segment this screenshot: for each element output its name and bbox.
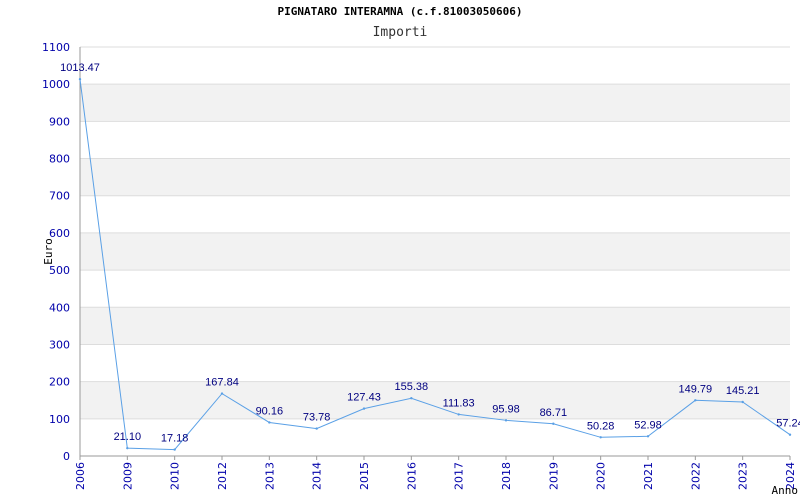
x-tick-label: 2022: [689, 462, 702, 490]
data-label: 73.78: [303, 412, 331, 424]
data-label: 50.28: [587, 420, 615, 432]
y-tick-label: 1100: [42, 41, 70, 54]
x-tick-label: 2006: [74, 462, 87, 490]
data-point: [599, 436, 602, 439]
data-label: 167.84: [205, 377, 239, 389]
x-tick-label: 2020: [595, 462, 608, 490]
y-tick-label: 300: [49, 338, 70, 351]
x-tick-labels: 2006 2009 2010 2012 2013 2014 2015 2016 2017 2018…: [74, 462, 797, 490]
x-tick-label: 2018: [500, 462, 513, 490]
y-tick-label: 800: [49, 153, 70, 166]
x-tick-label: 2017: [453, 462, 466, 490]
x-tick-label: 2012: [216, 462, 229, 490]
x-tick-label: 2015: [358, 462, 371, 490]
data-point: [268, 421, 271, 424]
data-point: [694, 399, 697, 402]
data-point: [788, 433, 792, 436]
data-point: [173, 448, 176, 451]
data-point: [646, 435, 650, 438]
data-label: 52.98: [634, 419, 662, 431]
data-label: 90.16: [256, 405, 284, 417]
y-tick-label: 400: [49, 301, 70, 314]
x-tick-label: 2019: [547, 462, 560, 490]
data-label: 1013.47: [60, 62, 100, 74]
data-label: 17.18: [161, 433, 189, 445]
data-label: 145.21: [726, 385, 760, 397]
data-point: [78, 77, 82, 81]
data-point: [362, 407, 366, 410]
y-tick-label: 600: [49, 227, 70, 240]
x-tick-label: 2009: [121, 462, 134, 490]
x-tick-label: 2016: [405, 462, 418, 490]
y-tick-label: 900: [49, 115, 70, 128]
grid-band: [80, 84, 790, 122]
data-point: [410, 397, 413, 400]
data-label: 21.10: [114, 431, 142, 443]
x-tick-label: 2010: [169, 462, 182, 490]
data-point: [741, 400, 744, 404]
data-label: 127.43: [347, 392, 381, 404]
data-point: [504, 419, 508, 422]
data-point: [457, 413, 460, 416]
x-tick-label: 2014: [311, 462, 324, 490]
y-tick-label: 100: [49, 413, 70, 426]
x-tick-label: 2013: [263, 462, 276, 490]
x-axis-label: Anno: [772, 484, 799, 497]
grid-bands: [80, 84, 790, 419]
data-label: 155.38: [395, 381, 429, 393]
y-axis-label: Euro: [42, 238, 55, 265]
data-point: [220, 392, 224, 395]
line-chart: 0 100 200 300 400 500 600 700 800 900 1000 1100 200…: [42, 41, 800, 497]
data-label: 149.79: [679, 383, 713, 395]
x-tick-label: 2021: [642, 462, 655, 490]
data-point: [126, 446, 129, 450]
y-tick-label: 200: [49, 376, 70, 389]
y-tick-label: 0: [63, 450, 70, 463]
grid-band: [80, 158, 790, 196]
data-point: [315, 427, 318, 430]
data-label: 111.83: [443, 397, 475, 409]
data-point: [552, 422, 555, 425]
y-tick-label: 1000: [42, 78, 70, 91]
grid-band: [80, 232, 790, 271]
data-label: 57.24: [776, 418, 800, 430]
y-tick-label: 500: [49, 264, 70, 277]
x-tick-label: 2023: [737, 462, 750, 490]
data-label: 95.98: [492, 403, 520, 415]
grid-band: [80, 307, 790, 345]
y-tick-label: 700: [49, 190, 70, 203]
data-label: 86.71: [540, 407, 568, 419]
